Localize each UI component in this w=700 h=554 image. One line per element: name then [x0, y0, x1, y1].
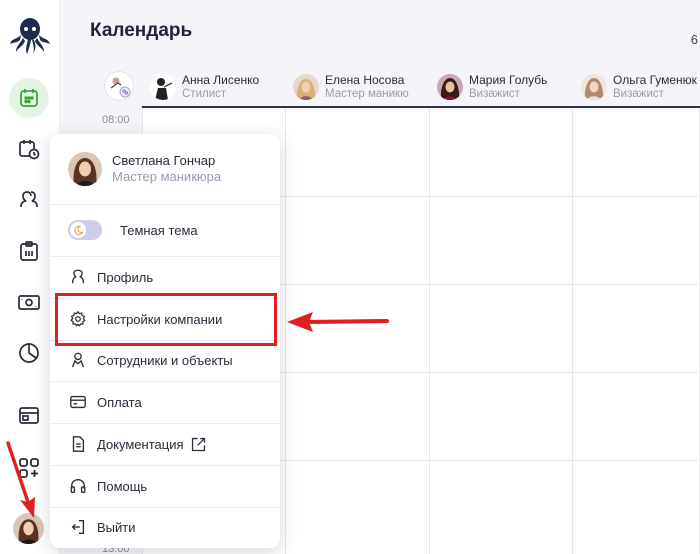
external-link-icon: [191, 437, 205, 451]
menu-item-staff-objects[interactable]: Сотрудники и объекты: [68, 348, 233, 372]
staff-name: Елена Носова: [325, 73, 405, 87]
menu-item-logout[interactable]: Выйти: [68, 515, 136, 539]
menu-user-role: Мастер маникюра: [112, 169, 222, 184]
document-icon: [72, 436, 85, 452]
octopus-logo[interactable]: [8, 16, 52, 56]
apps-icon: [19, 458, 39, 478]
menu-item-payment[interactable]: Оплата: [68, 390, 142, 414]
staff-avatar: [150, 74, 176, 100]
dark-theme-label: Темная тема: [120, 223, 198, 238]
menu-user-avatar: [68, 152, 102, 186]
calendar-icon: [20, 89, 38, 107]
header-number: 6: [690, 32, 698, 47]
sidebar-item-calendar[interactable]: [9, 78, 49, 118]
profile-icon: [71, 269, 85, 284]
staff-column-header[interactable]: Елена Носова Мастер маникю: [293, 70, 409, 104]
staff-column-header[interactable]: Ольга Гуменюк Визажист: [581, 70, 697, 104]
clients-icon: [20, 191, 38, 208]
cash-icon: [18, 295, 40, 310]
staff-role: Стилист: [182, 88, 227, 100]
staff-role: Визажист: [469, 88, 520, 100]
sidebar-item-tasks[interactable]: [9, 231, 49, 271]
pie-chart-icon: [19, 343, 39, 363]
menu-item-help[interactable]: Помощь: [68, 474, 147, 498]
menu-item-label: Профиль: [97, 269, 154, 285]
staff-group-icon: [110, 77, 131, 98]
widget-icon: [19, 407, 39, 424]
gear-icon: [70, 310, 86, 327]
card-icon: [70, 395, 86, 409]
user-photo: [13, 513, 44, 544]
sidebar-item-widget[interactable]: [9, 395, 49, 435]
menu-item-label: Сотрудники и объекты: [97, 352, 233, 368]
sidebar-item-analytics[interactable]: [9, 333, 49, 373]
sidebar-item-clients[interactable]: [9, 180, 49, 220]
time-label: 08:00: [102, 114, 130, 126]
staff-role: Мастер маникю: [325, 88, 409, 100]
menu-item-company-settings[interactable]: Настройки компании: [68, 307, 222, 331]
user-avatar[interactable]: [13, 513, 44, 544]
staff-filter-button[interactable]: [104, 71, 134, 101]
menu-item-label: Выйти: [97, 519, 136, 535]
staff-column-header[interactable]: Мария Голубь Визажист: [437, 70, 547, 104]
user-menu: Светлана Гончар Мастер маникюра Темная т…: [50, 134, 280, 548]
staff-avatar: [581, 74, 607, 100]
staff-name: Мария Голубь: [469, 73, 548, 87]
staff-name: Ольга Гуменюк: [613, 73, 697, 87]
sidebar-item-apps[interactable]: [9, 448, 49, 488]
menu-user-name: Светлана Гончар: [112, 153, 216, 168]
staff-icon: [71, 352, 85, 368]
calendar-clock-icon: [19, 140, 40, 160]
staff-avatar: [437, 74, 463, 100]
menu-item-label: Оплата: [97, 394, 142, 410]
menu-user-info: Светлана Гончар Мастер маникюра: [68, 152, 221, 186]
dark-theme-toggle[interactable]: [68, 220, 102, 240]
staff-header: Анна Лисенко Стилист Елена Носова Мастер…: [60, 66, 700, 108]
page-title: Календарь: [90, 20, 193, 41]
moon-icon: [73, 225, 84, 235]
staff-column-header[interactable]: Анна Лисенко Стилист: [150, 70, 259, 104]
clipboard-icon: [20, 241, 38, 261]
staff-name: Анна Лисенко: [182, 73, 260, 87]
menu-item-label: Помощь: [97, 478, 148, 494]
staff-role: Визажист: [613, 88, 664, 100]
menu-item-label: Настройки компании: [97, 311, 223, 327]
headset-icon: [70, 479, 86, 493]
sidebar-item-finance[interactable]: [9, 282, 49, 322]
menu-item-profile[interactable]: Профиль: [68, 265, 153, 289]
staff-avatar: [293, 74, 319, 100]
sidebar-item-schedule[interactable]: [9, 129, 49, 169]
menu-item-documentation[interactable]: Документация: [68, 432, 207, 456]
logout-icon: [71, 520, 85, 534]
menu-item-label: Документация: [97, 436, 184, 452]
